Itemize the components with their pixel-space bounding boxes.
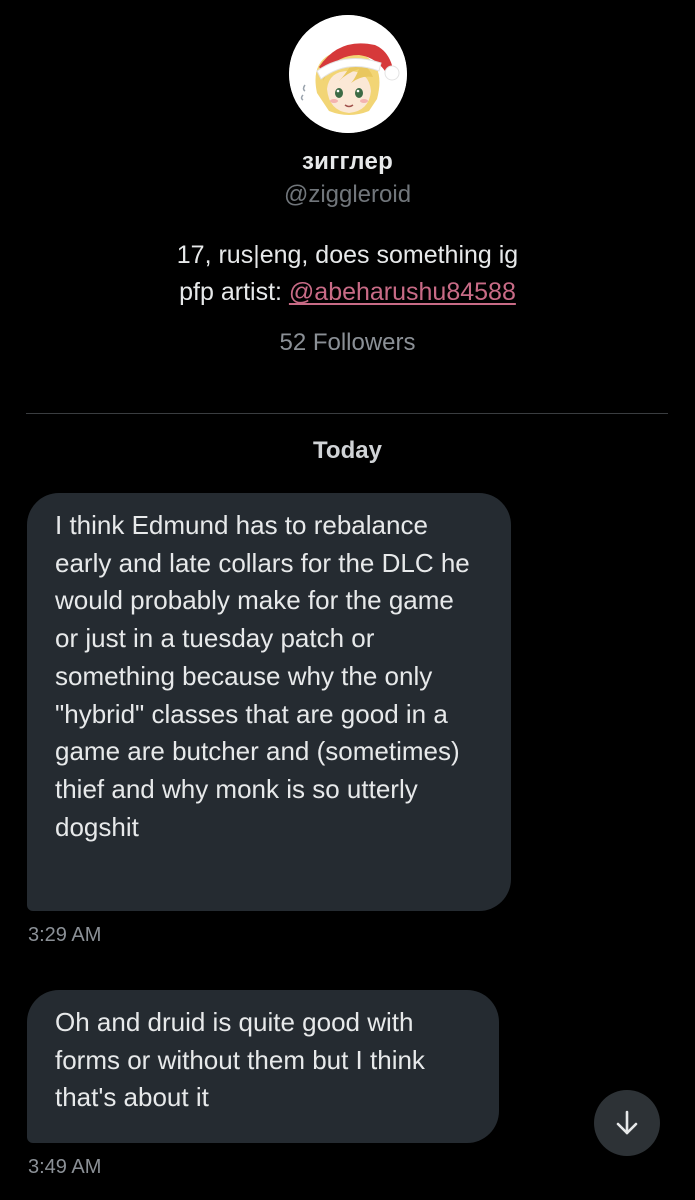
bio-line-1: 17, rus|eng, does something ig [176, 241, 519, 269]
followers-count[interactable]: 52 Followers [0, 329, 695, 357]
bio-line-2-prefix: pfp artist: [179, 278, 289, 306]
profile-divider [26, 413, 668, 414]
profile-bio: 17, rus|eng, does something ig pfp artis… [0, 237, 695, 311]
message-timestamp: 3:29 AM [28, 924, 102, 946]
message-bubble[interactable]: I think Edmund has to rebalance early an… [27, 493, 511, 911]
profile-avatar[interactable] [289, 15, 407, 133]
bio-mention-link[interactable]: @abeharushu84588 [289, 278, 516, 306]
display-name[interactable]: зигглер [0, 148, 695, 176]
avatar-illustration [289, 15, 407, 133]
scroll-to-bottom-button[interactable] [594, 1090, 660, 1156]
message-timestamp: 3:49 AM [28, 1156, 102, 1178]
message-bubble[interactable]: Oh and druid is quite good with forms or… [27, 990, 499, 1143]
bio-line-2: pfp artist: @abeharushu84588 [0, 274, 695, 311]
profile-handle[interactable]: @ziggleroid [0, 181, 695, 209]
arrow-down-icon [616, 1110, 638, 1135]
date-separator: Today [313, 437, 382, 464]
